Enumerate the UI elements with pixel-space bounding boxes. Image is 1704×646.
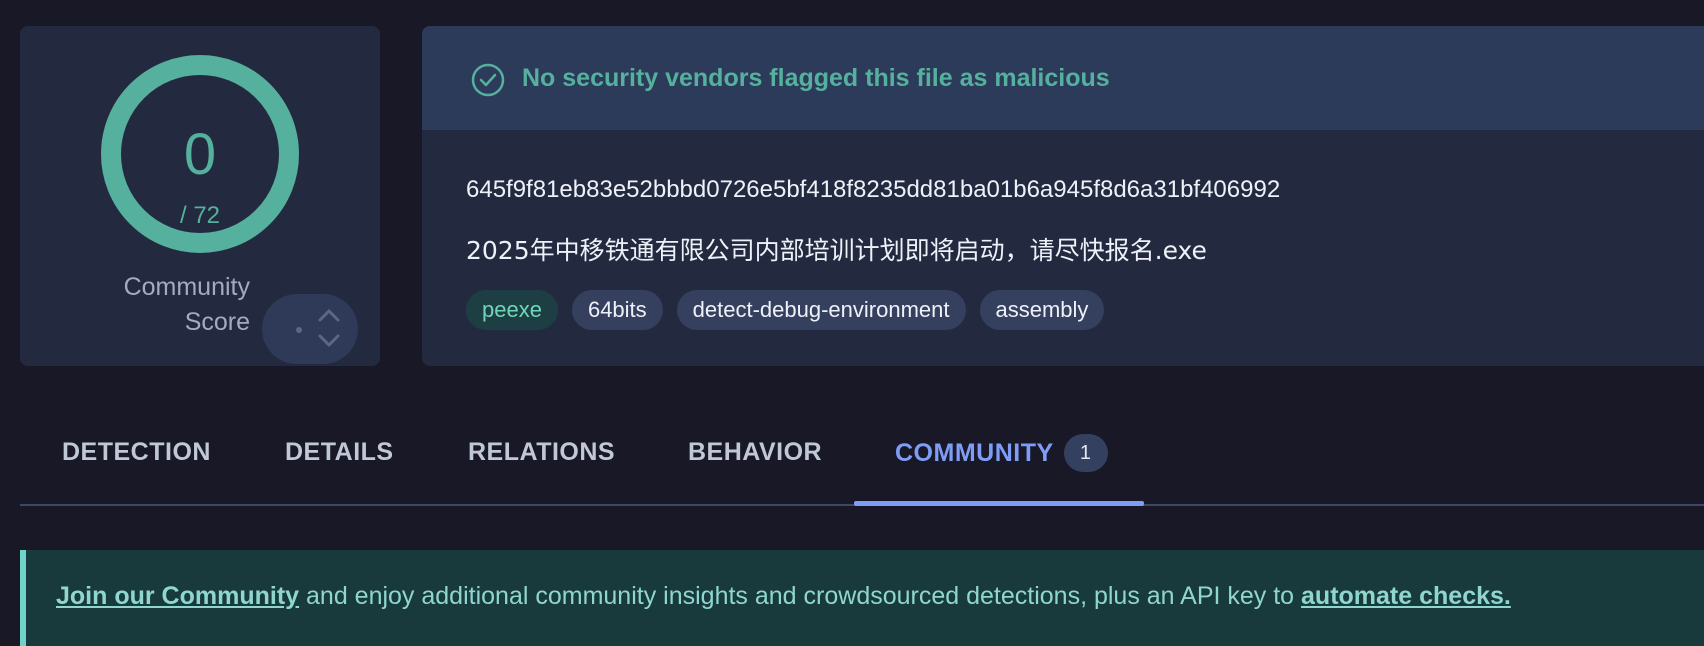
- community-score-label: Community Score: [123, 273, 250, 336]
- file-hash[interactable]: 645f9f81eb83e52bbbd0726e5bf418f8235dd81b…: [466, 176, 1280, 204]
- file-info-card: No security vendors flagged this file as…: [422, 26, 1704, 366]
- downvote-chevron-icon[interactable]: [318, 334, 340, 348]
- tab-behavior[interactable]: BEHAVIOR: [688, 438, 822, 504]
- community-score-card: 0 / 72 Community Score: [20, 26, 380, 366]
- join-community-link[interactable]: Join our Community: [56, 582, 299, 610]
- automate-checks-link[interactable]: automate checks.: [1301, 582, 1511, 610]
- check-circle-icon: [471, 63, 505, 97]
- banner-message: and enjoy additional community insights …: [299, 582, 1302, 610]
- tag-list: peexe 64bits detect-debug-environment as…: [466, 290, 1105, 330]
- tab-community-label: COMMUNITY: [895, 439, 1054, 467]
- report-tabs: DETECTION DETAILS RELATIONS BEHAVIOR COM…: [20, 410, 1704, 506]
- vote-score-dot: [296, 327, 302, 333]
- community-banner: Join our Community and enjoy additional …: [20, 550, 1704, 646]
- community-vote-control[interactable]: [262, 294, 358, 364]
- verdict-message: No security vendors flagged this file as…: [522, 64, 1110, 92]
- tag-assembly[interactable]: assembly: [979, 290, 1105, 330]
- detection-score: 0: [183, 122, 217, 187]
- community-count-badge: 1: [1063, 434, 1108, 472]
- banner-text: Join our Community and enjoy additional …: [56, 582, 1511, 611]
- upvote-chevron-icon[interactable]: [318, 308, 340, 322]
- tab-details[interactable]: DETAILS: [285, 438, 394, 504]
- tag-detect-debug-environment[interactable]: detect-debug-environment: [676, 290, 966, 330]
- tab-community[interactable]: COMMUNITY 1: [895, 434, 1108, 500]
- tab-relations[interactable]: RELATIONS: [468, 438, 615, 504]
- tag-64bits[interactable]: 64bits: [571, 290, 663, 330]
- active-tab-indicator: [854, 501, 1144, 506]
- tab-detection[interactable]: DETECTION: [62, 438, 211, 504]
- tag-peexe[interactable]: peexe: [466, 290, 558, 330]
- file-name: 2025年中移铁通有限公司内部培训计划即将启动，请尽快报名.exe: [466, 236, 1207, 265]
- detection-total: / 72: [179, 202, 221, 229]
- verdict-header: No security vendors flagged this file as…: [422, 26, 1704, 130]
